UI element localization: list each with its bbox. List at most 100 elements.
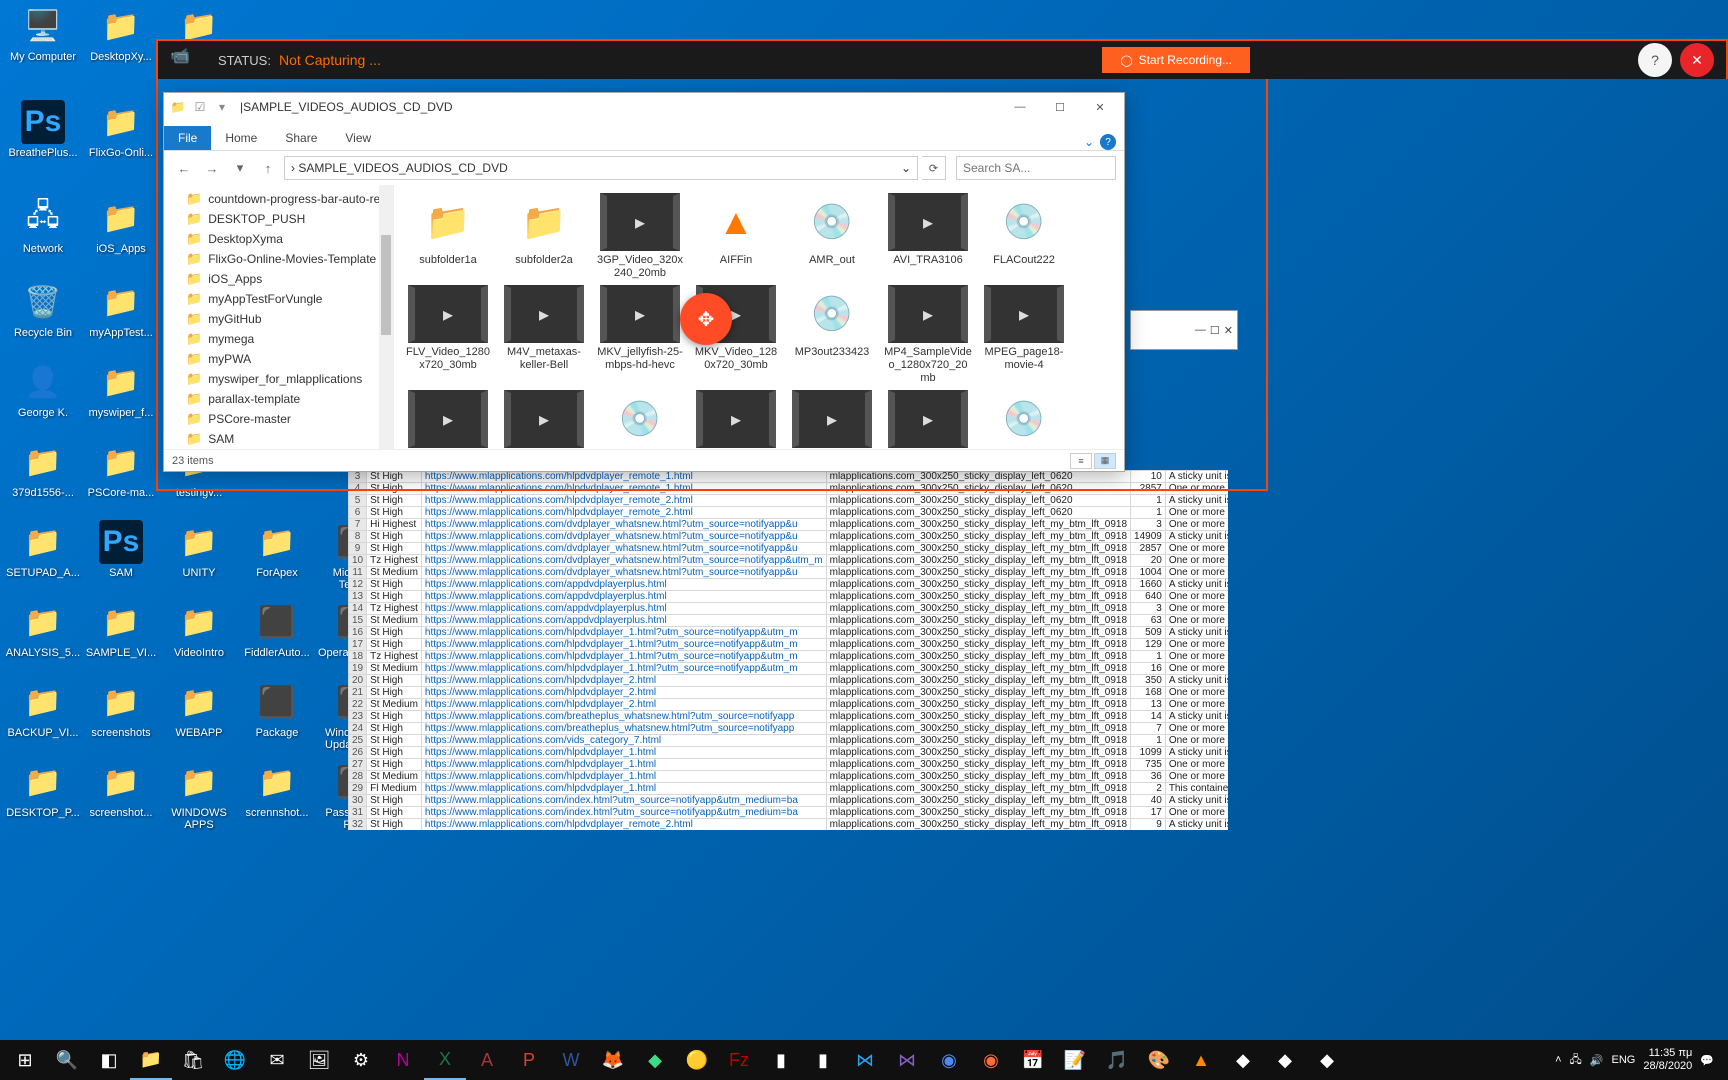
postman-icon[interactable]: ◉ [970, 1040, 1012, 1080]
file-item[interactable]: 📁subfolder1a [404, 193, 492, 279]
ribbon-tab-file[interactable]: File [164, 126, 211, 150]
app-icon-3[interactable]: ◆ [1306, 1040, 1348, 1080]
table-row[interactable]: 26St Highhttps://www.mlapplications.com/… [349, 747, 1229, 759]
table-row[interactable]: 13St Highhttps://www.mlapplications.com/… [349, 591, 1229, 603]
desktop-icon[interactable]: 📁screenshot... [82, 760, 160, 819]
desktop-icon[interactable]: 🗑️Recycle Bin [4, 280, 82, 339]
table-row[interactable]: 9St Highhttps://www.mlapplications.com/d… [349, 543, 1229, 555]
desktop-icon[interactable]: 🖧Network [4, 196, 82, 255]
file-item[interactable]: 3GP_Video_320x240_20mb [596, 193, 684, 279]
tree-item[interactable]: PSCore-master [164, 409, 393, 429]
excel-icon[interactable]: X [424, 1040, 466, 1080]
calendar-icon[interactable]: 📅 [1012, 1040, 1054, 1080]
terminal-icon[interactable]: ▮ [760, 1040, 802, 1080]
table-row[interactable]: 6St Highhttps://www.mlapplications.com/h… [349, 507, 1229, 519]
file-item[interactable]: 📁subfolder2a [500, 193, 588, 279]
volume-tray-icon[interactable]: 🔊 [1590, 1054, 1604, 1067]
vscode-icon[interactable]: ⋈ [844, 1040, 886, 1080]
desktop-icon[interactable]: 📁DESKTOP_P... [4, 760, 82, 819]
table-row[interactable]: 14Tz Highesthttps://www.mlapplications.c… [349, 603, 1229, 615]
tree-scrollbar[interactable] [379, 185, 393, 449]
table-row[interactable]: 29Fl Mediumhttps://www.mlapplications.co… [349, 783, 1229, 795]
onenote-icon[interactable]: N [382, 1040, 424, 1080]
file-item[interactable] [884, 390, 972, 449]
desktop-icon[interactable]: ⬛Package [238, 680, 316, 739]
file-item[interactable]: FLV_Video_1280x720_30mb [404, 285, 492, 384]
items-view[interactable]: 📁subfolder1a📁subfolder2a3GP_Video_320x24… [394, 185, 1124, 449]
taskbar[interactable]: ⊞ 🔍 ◧ 📁 🛍 🌐 ✉ 🖼 ⚙ N X A P W 🦊 ◆ 🟡 Fz ▮ ▮… [0, 1040, 1728, 1080]
close-button[interactable]: ✕ [1224, 324, 1233, 337]
file-explorer-taskbar-icon[interactable]: 📁 [130, 1040, 172, 1080]
store-icon[interactable]: 🛍 [172, 1040, 214, 1080]
table-row[interactable]: 31St Highhttps://www.mlapplications.com/… [349, 807, 1229, 819]
table-row[interactable]: 15St Mediumhttps://www.mlapplications.co… [349, 615, 1229, 627]
table-row[interactable]: 28St Mediumhttps://www.mlapplications.co… [349, 771, 1229, 783]
notifications-icon[interactable]: 💬 [1700, 1054, 1714, 1067]
file-item[interactable]: MP3out233423 [788, 285, 876, 384]
desktop-icon[interactable]: 📁VideoIntro [160, 600, 238, 659]
table-row[interactable]: 17St Highhttps://www.mlapplications.com/… [349, 639, 1229, 651]
clock[interactable]: 11:35 πμ 28/8/2020 [1643, 1047, 1692, 1073]
tree-item[interactable]: SAM [164, 429, 393, 449]
desktop-icon[interactable]: 👤George K. [4, 360, 82, 419]
tree-item[interactable]: DesktopXyma [164, 229, 393, 249]
task-view-icon[interactable]: ◧ [88, 1040, 130, 1080]
terminal2-icon[interactable]: ▮ [802, 1040, 844, 1080]
desktop-icon[interactable]: 📁SAMPLE_VI... [82, 600, 160, 659]
desktop-icon[interactable]: 📁PSCore-ma... [82, 440, 160, 499]
up-button[interactable]: ↑ [256, 156, 280, 180]
desktop-icon[interactable]: 📁myAppTest... [82, 280, 160, 339]
file-item[interactable]: M4V_metaxas-keller-Bell [500, 285, 588, 384]
desktop-icon[interactable]: 📁myswiper_f... [82, 360, 160, 419]
tree-item[interactable]: DESKTOP_PUSH [164, 209, 393, 229]
desktop-icon[interactable]: 📁iOS_Apps [82, 196, 160, 255]
desktop-icon[interactable]: PsSAM [82, 520, 160, 579]
media-icon[interactable]: 🎵 [1096, 1040, 1138, 1080]
table-row[interactable]: 4St Highhttps://www.mlapplications.com/h… [349, 483, 1229, 495]
close-button[interactable]: ✕ [1080, 94, 1120, 120]
desktop-icon[interactable]: 📁ANALYSIS_5... [4, 600, 82, 659]
maximize-button[interactable]: ☐ [1210, 324, 1220, 337]
file-item[interactable] [980, 390, 1068, 449]
edge-icon[interactable]: 🌐 [214, 1040, 256, 1080]
recent-locations-icon[interactable]: ▾ [228, 156, 252, 180]
table-row[interactable]: 3St Highhttps://www.mlapplications.com/h… [349, 471, 1229, 483]
tree-item[interactable]: myPWA [164, 349, 393, 369]
icons-view-button[interactable]: ▦ [1094, 453, 1116, 469]
powerpoint-icon[interactable]: P [508, 1040, 550, 1080]
file-item[interactable]: MP4_SampleVideo_1280x720_20mb [884, 285, 972, 384]
desktop-icon[interactable]: 📁UNITY [160, 520, 238, 579]
file-item[interactable]: MTS_dolbycanyon [500, 390, 588, 449]
file-item[interactable]: MKV_jellyfish-25-mbps-hd-hevc [596, 285, 684, 384]
tree-item[interactable]: parallax-template [164, 389, 393, 409]
firefox-icon[interactable]: 🦊 [592, 1040, 634, 1080]
tree-item[interactable]: iOS_Apps [164, 269, 393, 289]
help-icon[interactable]: ? [1100, 134, 1116, 150]
refresh-button[interactable]: ⟳ [922, 156, 946, 180]
table-row[interactable]: 16St Highhttps://www.mlapplications.com/… [349, 627, 1229, 639]
table-row[interactable]: 18Tz Highesthttps://www.mlapplications.c… [349, 651, 1229, 663]
tree-item[interactable]: FlixGo-Online-Movies-Template [164, 249, 393, 269]
ribbon-tab-view[interactable]: View [331, 126, 385, 150]
table-row[interactable]: 27St Highhttps://www.mlapplications.com/… [349, 759, 1229, 771]
excel-spreadsheet[interactable]: 3St Highhttps://www.mlapplications.com/h… [348, 470, 1228, 830]
table-row[interactable]: 32St Highhttps://www.mlapplications.com/… [349, 819, 1229, 831]
table-row[interactable]: 21St Highhttps://www.mlapplications.com/… [349, 687, 1229, 699]
search-input[interactable] [956, 156, 1116, 180]
table-row[interactable]: 8St Highhttps://www.mlapplications.com/d… [349, 531, 1229, 543]
table-row[interactable]: 22St Mediumhttps://www.mlapplications.co… [349, 699, 1229, 711]
table-row[interactable]: 23St Highhttps://www.mlapplications.com/… [349, 711, 1229, 723]
table-row[interactable]: 7Hi Highesthttps://www.mlapplications.co… [349, 519, 1229, 531]
table-row[interactable]: 20St Highhttps://www.mlapplications.com/… [349, 675, 1229, 687]
filezilla-icon[interactable]: Fz [718, 1040, 760, 1080]
file-item[interactable]: MPEG_page18-movie-4 [980, 285, 1068, 384]
app-icon-2[interactable]: ◆ [1264, 1040, 1306, 1080]
maximize-button[interactable]: ☐ [1040, 94, 1080, 120]
navigation-tree[interactable]: countdown-progress-bar-auto-refresherDES… [164, 185, 394, 449]
app-icon[interactable]: ◆ [1222, 1040, 1264, 1080]
photos-icon[interactable]: 🖼 [298, 1040, 340, 1080]
ribbon-tab-share[interactable]: Share [271, 126, 331, 150]
tree-item[interactable]: myAppTestForVungle [164, 289, 393, 309]
desktop-icon[interactable]: 📁WEBAPP [160, 680, 238, 739]
desktop-icon[interactable]: 📁scrennshot... [238, 760, 316, 819]
